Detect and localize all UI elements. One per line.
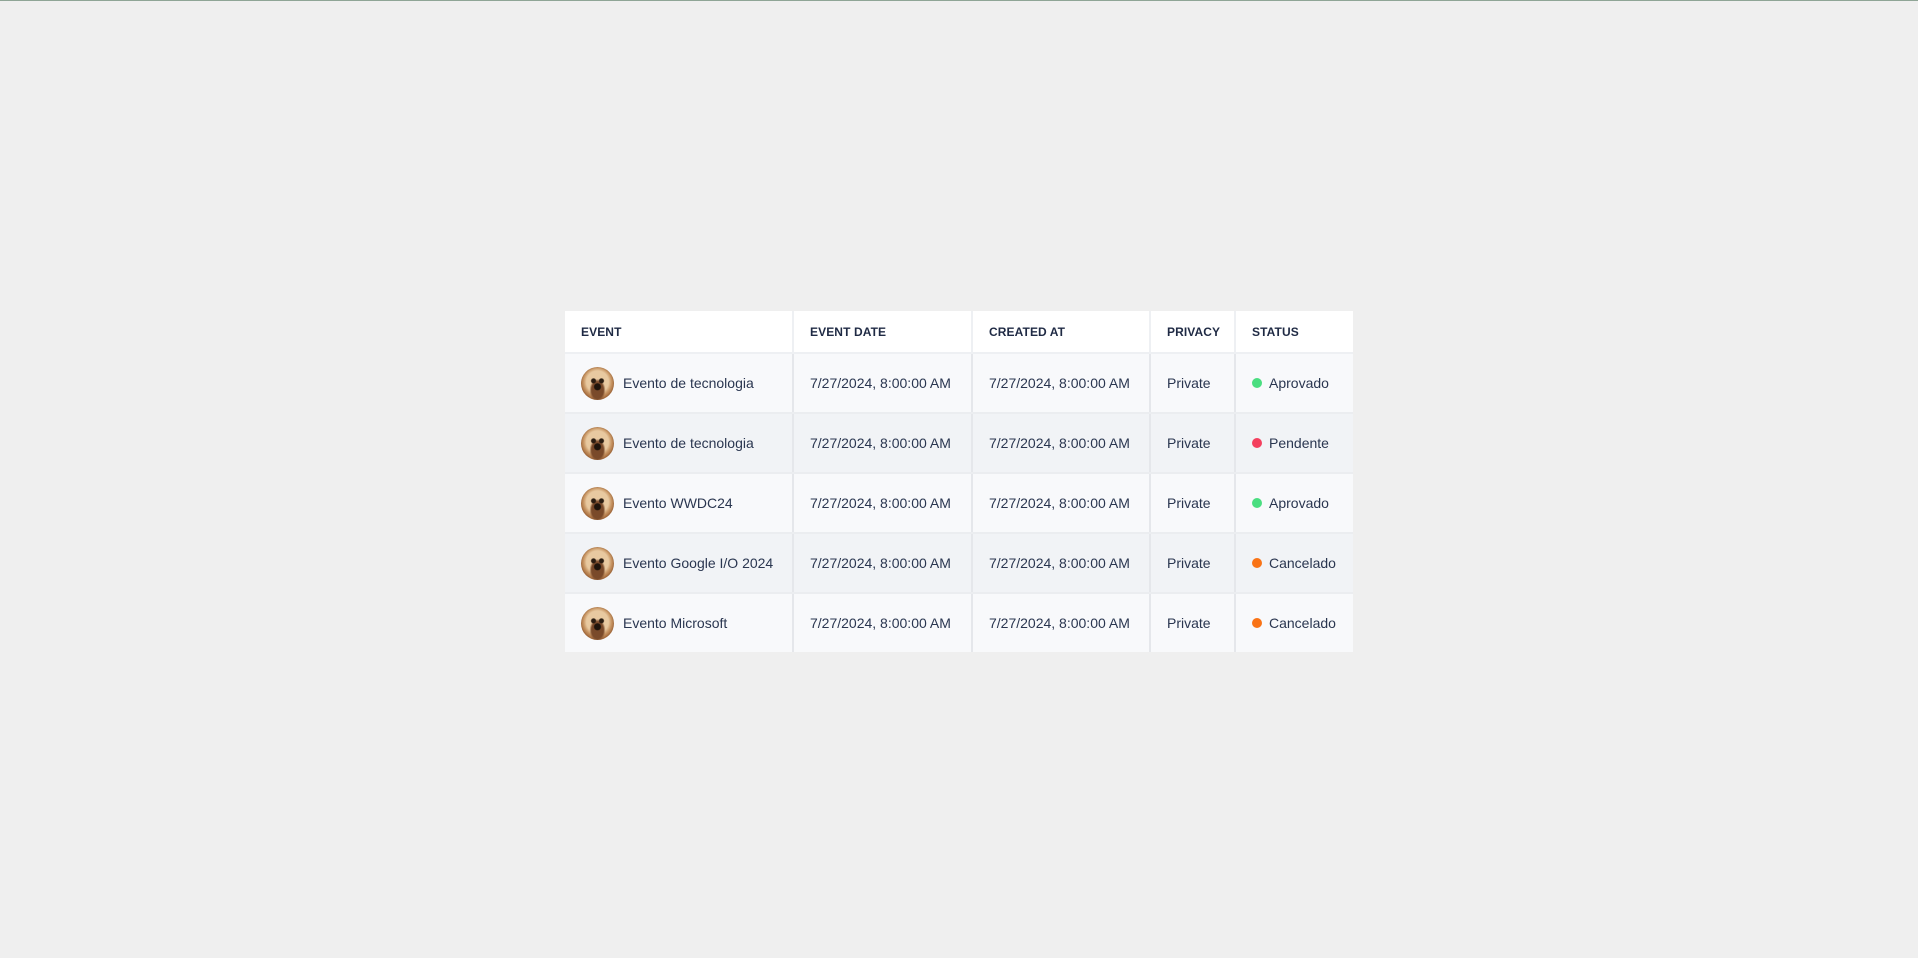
event-date-cell: 7/27/2024, 8:00:00 AM [793, 353, 973, 414]
column-header-privacy[interactable]: PRIVACY [1150, 311, 1236, 354]
event-cell: Evento de tecnologia [565, 413, 794, 474]
privacy-cell: Private [1150, 473, 1236, 534]
event-date-cell: 7/27/2024, 8:00:00 AM [793, 413, 973, 474]
created-at-cell: 7/27/2024, 8:00:00 AM [972, 353, 1151, 414]
event-cell: Evento WWDC24 [565, 473, 794, 534]
events-table: EVENT EVENT DATE CREATED AT PRIVACY STAT… [565, 311, 1353, 652]
dog-avatar-icon [581, 426, 614, 460]
table-row[interactable]: Evento Microsoft 7/27/2024, 8:00:00 AM 7… [565, 593, 1353, 652]
event-name: Evento de tecnologia [623, 435, 754, 451]
event-date-cell: 7/27/2024, 8:00:00 AM [793, 533, 973, 594]
table-header: EVENT EVENT DATE CREATED AT PRIVACY STAT… [565, 311, 1353, 354]
status-cell: Cancelado [1235, 533, 1353, 594]
table-row[interactable]: Evento de tecnologia 7/27/2024, 8:00:00 … [565, 353, 1353, 414]
dog-avatar-icon [581, 366, 614, 400]
created-at-cell: 7/27/2024, 8:00:00 AM [972, 533, 1151, 594]
table-row[interactable]: Evento de tecnologia 7/27/2024, 8:00:00 … [565, 413, 1353, 474]
event-name: Evento WWDC24 [623, 495, 733, 511]
created-at-cell: 7/27/2024, 8:00:00 AM [972, 473, 1151, 534]
privacy-cell: Private [1150, 353, 1236, 414]
column-header-event[interactable]: EVENT [565, 311, 794, 354]
event-cell: Evento de tecnologia [565, 353, 794, 414]
dog-avatar-icon [581, 546, 614, 580]
event-name: Evento Google I/O 2024 [623, 555, 774, 571]
event-name: Evento Microsoft [623, 615, 728, 631]
status-label: Cancelado [1269, 615, 1336, 631]
status-label: Aprovado [1269, 495, 1329, 511]
status-dot-icon [1252, 378, 1262, 388]
events-table-container: EVENT EVENT DATE CREATED AT PRIVACY STAT… [565, 311, 1353, 652]
created-at-cell: 7/27/2024, 8:00:00 AM [972, 593, 1151, 652]
table-body: Evento de tecnologia 7/27/2024, 8:00:00 … [565, 353, 1353, 652]
column-header-status[interactable]: STATUS [1235, 311, 1353, 354]
event-cell: Evento Microsoft [565, 593, 794, 652]
top-border-line [0, 0, 1918, 1]
status-cell: Aprovado [1235, 473, 1353, 534]
event-name: Evento de tecnologia [623, 375, 754, 391]
status-cell: Cancelado [1235, 593, 1353, 652]
status-dot-icon [1252, 618, 1262, 628]
dog-avatar-icon [581, 486, 614, 520]
table-row[interactable]: Evento WWDC24 7/27/2024, 8:00:00 AM 7/27… [565, 473, 1353, 534]
status-label: Cancelado [1269, 555, 1336, 571]
header-row: EVENT EVENT DATE CREATED AT PRIVACY STAT… [565, 311, 1353, 354]
status-label: Aprovado [1269, 375, 1329, 391]
status-dot-icon [1252, 498, 1262, 508]
event-date-cell: 7/27/2024, 8:00:00 AM [793, 473, 973, 534]
table-row[interactable]: Evento Google I/O 2024 7/27/2024, 8:00:0… [565, 533, 1353, 594]
status-cell: Pendente [1235, 413, 1353, 474]
privacy-cell: Private [1150, 413, 1236, 474]
event-date-cell: 7/27/2024, 8:00:00 AM [793, 593, 973, 652]
created-at-cell: 7/27/2024, 8:00:00 AM [972, 413, 1151, 474]
column-header-event-date[interactable]: EVENT DATE [793, 311, 973, 354]
dog-avatar-icon [581, 606, 614, 640]
column-header-created-at[interactable]: CREATED AT [972, 311, 1151, 354]
status-dot-icon [1252, 438, 1262, 448]
status-cell: Aprovado [1235, 353, 1353, 414]
status-dot-icon [1252, 558, 1262, 568]
status-label: Pendente [1269, 435, 1329, 451]
privacy-cell: Private [1150, 593, 1236, 652]
event-cell: Evento Google I/O 2024 [565, 533, 794, 594]
privacy-cell: Private [1150, 533, 1236, 594]
